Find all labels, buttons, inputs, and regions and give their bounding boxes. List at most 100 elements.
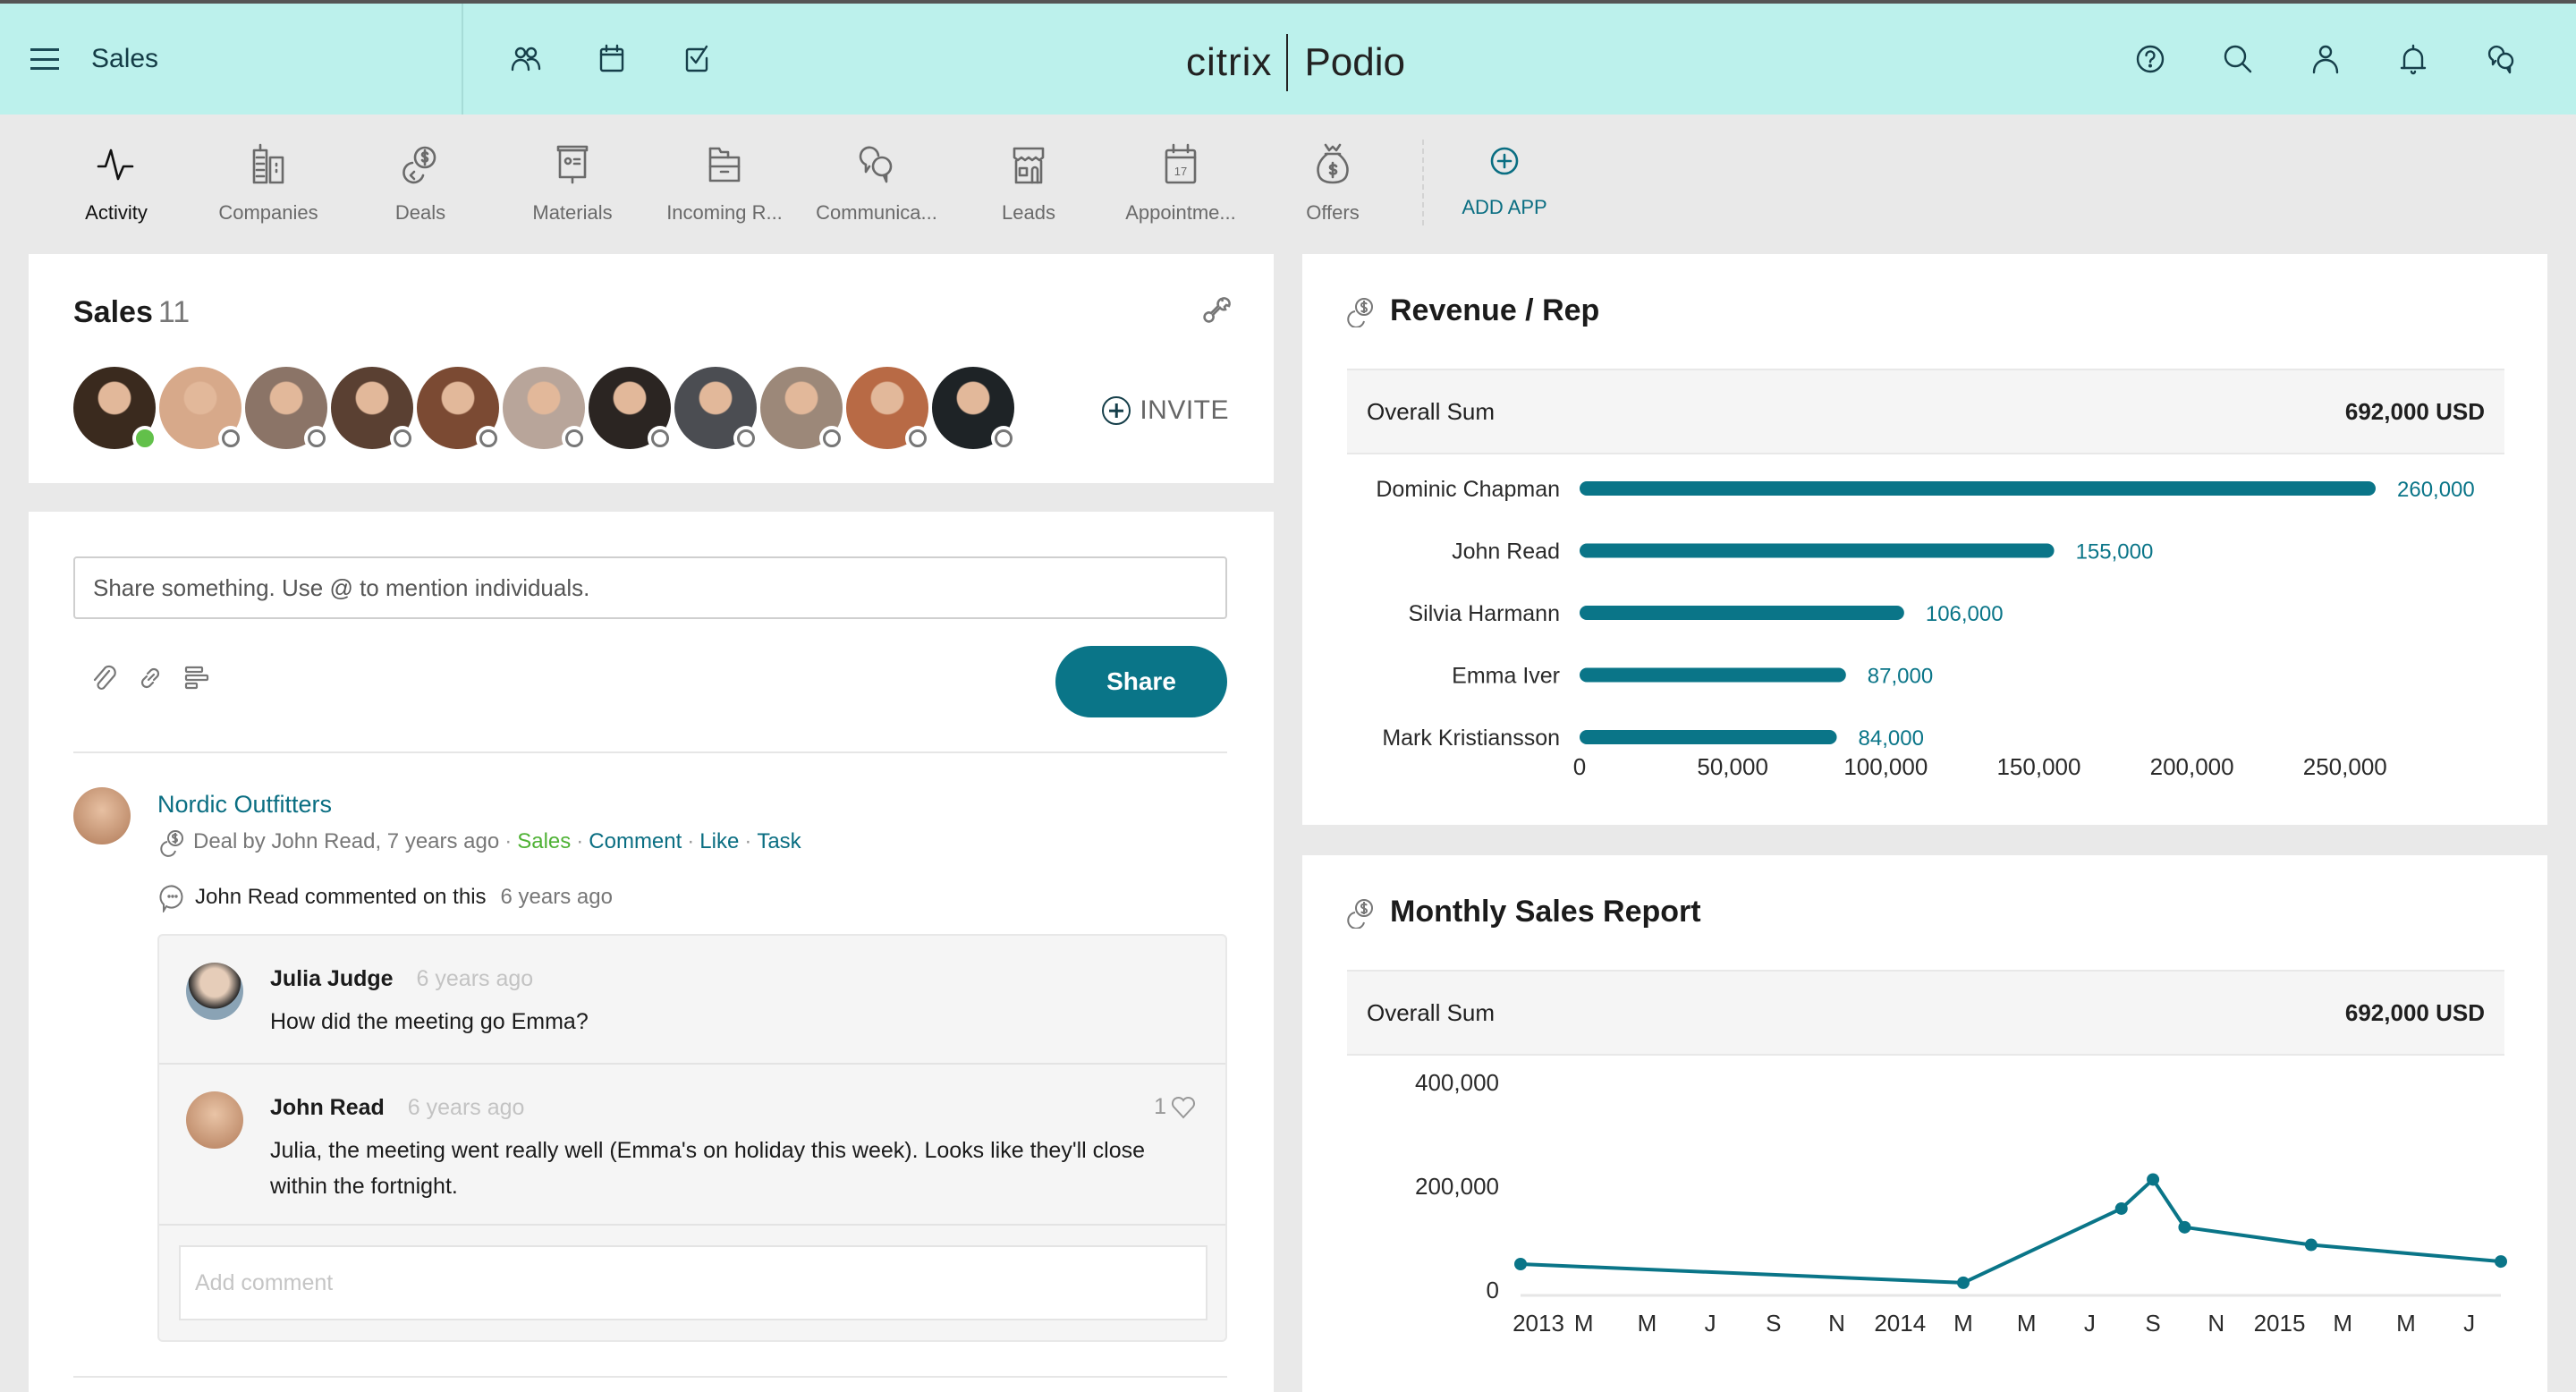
activity-feed-card: Share something. Use @ to mention indivi… bbox=[29, 512, 1274, 1392]
x-tick-label: 2013 bbox=[1513, 1310, 1564, 1337]
like-link[interactable]: Like bbox=[699, 829, 739, 854]
overall-sum-bar: Overall Sum 692,000 USD bbox=[1347, 970, 2504, 1056]
comment-avatar[interactable] bbox=[186, 1091, 243, 1149]
app-appointments[interactable]: 17 Appointme... bbox=[1105, 141, 1257, 225]
overall-sum-value: 692,000 USD bbox=[2344, 397, 2485, 425]
calendar-icon[interactable] bbox=[592, 39, 631, 79]
comment-avatar[interactable] bbox=[186, 963, 243, 1020]
x-tick-label: M bbox=[2396, 1310, 2416, 1337]
offline-status-icon bbox=[304, 426, 329, 451]
menu-icon[interactable] bbox=[30, 48, 59, 70]
comment-like-button[interactable]: 1 bbox=[1154, 1091, 1199, 1122]
data-point bbox=[2304, 1238, 2318, 1252]
feed-item-title[interactable]: Nordic Outfitters bbox=[157, 791, 332, 819]
task-link[interactable]: Task bbox=[757, 829, 801, 854]
scrollbar-track[interactable] bbox=[2547, 254, 2576, 1392]
x-tick-label: 2014 bbox=[1874, 1310, 1926, 1337]
add-comment-input[interactable]: Add comment bbox=[179, 1245, 1208, 1320]
share-button[interactable]: Share bbox=[1055, 646, 1227, 717]
bar-value-label: 87,000 bbox=[1868, 665, 1933, 689]
contacts-icon[interactable] bbox=[506, 39, 546, 79]
member-count: 11 bbox=[157, 295, 191, 329]
member-avatar[interactable] bbox=[245, 367, 329, 451]
bar bbox=[1580, 730, 1837, 744]
member-avatar[interactable] bbox=[331, 367, 415, 451]
question-icon[interactable] bbox=[181, 662, 213, 694]
comment-text: How did the meeting go Emma? bbox=[270, 1009, 589, 1034]
item-type: Deal bbox=[193, 829, 238, 853]
building-icon bbox=[252, 143, 284, 184]
chat-icon[interactable] bbox=[2481, 39, 2521, 79]
x-tick-label: M bbox=[1574, 1310, 1594, 1337]
comment: John Read 6 years ago 1 Julia, the meetin… bbox=[159, 1065, 1225, 1226]
member-avatar[interactable] bbox=[932, 367, 1016, 451]
offline-status-icon bbox=[390, 426, 415, 451]
app-companies[interactable]: Companies bbox=[192, 141, 344, 225]
feed-item-avatar[interactable] bbox=[73, 787, 131, 845]
x-tick-label: 50,000 bbox=[1697, 753, 1768, 780]
app-activity[interactable]: Activity bbox=[40, 141, 192, 225]
member-avatar[interactable] bbox=[159, 367, 243, 451]
app-deals[interactable]: Deals bbox=[344, 141, 496, 225]
app-leads[interactable]: Leads bbox=[953, 141, 1105, 225]
like-count: 1 bbox=[1154, 1093, 1166, 1119]
link-icon[interactable] bbox=[134, 662, 166, 694]
app-offers[interactable]: Offers bbox=[1257, 141, 1409, 225]
member-avatar[interactable] bbox=[846, 367, 930, 451]
item-author-time: by John Read, 7 years ago bbox=[242, 829, 500, 853]
workspace-tools bbox=[506, 39, 717, 79]
comment-author-name[interactable]: John Read bbox=[270, 1095, 385, 1120]
x-tick-label: J bbox=[2084, 1310, 2096, 1337]
card-title: Monthly Sales Report bbox=[1345, 895, 1701, 929]
heart-icon bbox=[1171, 1096, 1196, 1119]
bar-value-label: 155,000 bbox=[2076, 540, 2154, 564]
search-icon[interactable] bbox=[2218, 39, 2258, 79]
overall-sum-label: Overall Sum bbox=[1367, 998, 1496, 1026]
member-avatar[interactable] bbox=[760, 367, 844, 451]
comment-link[interactable]: Comment bbox=[589, 829, 682, 854]
y-tick-label: 200,000 bbox=[1415, 1173, 1499, 1200]
separator: · bbox=[504, 829, 513, 853]
item-workspace-link[interactable]: Sales bbox=[517, 829, 571, 854]
tasks-icon[interactable] bbox=[678, 39, 717, 79]
card-title: Revenue / Rep bbox=[1345, 293, 1599, 328]
notifications-icon[interactable] bbox=[2394, 39, 2433, 79]
commented-notice: John Read commented on this 6 years ago bbox=[157, 882, 613, 912]
comment-icon bbox=[159, 885, 183, 912]
separator: · bbox=[576, 829, 584, 853]
workspace-header: Sales bbox=[0, 4, 463, 115]
share-input[interactable]: Share something. Use @ to mention indivi… bbox=[73, 556, 1227, 619]
invite-button[interactable]: INVITE bbox=[1102, 395, 1229, 426]
offline-status-icon bbox=[905, 426, 930, 451]
comment-author: John Read 6 years ago bbox=[270, 1095, 524, 1121]
feed-divider bbox=[73, 1376, 1227, 1378]
profile-icon[interactable] bbox=[2306, 39, 2345, 79]
member-avatar[interactable] bbox=[589, 367, 673, 451]
wrench-icon[interactable] bbox=[1202, 293, 1234, 326]
data-point bbox=[1514, 1258, 1527, 1270]
comment-author-name[interactable]: Julia Judge bbox=[270, 966, 394, 991]
member-avatar[interactable] bbox=[503, 367, 587, 451]
commented-text: John Read commented on this bbox=[195, 885, 487, 909]
overall-sum-label: Overall Sum bbox=[1367, 397, 1496, 425]
member-avatar[interactable] bbox=[417, 367, 501, 451]
x-tick-label: J bbox=[1705, 1310, 1716, 1337]
app-communication[interactable]: Communica... bbox=[801, 141, 953, 225]
citrix-podio-logo[interactable]: citrix Podio bbox=[1186, 34, 1405, 91]
x-tick-label: M bbox=[2333, 1310, 2352, 1337]
x-tick-label: 150,000 bbox=[1996, 753, 2080, 780]
app-incoming-requests[interactable]: Incoming R... bbox=[648, 141, 801, 225]
logo-separator bbox=[1286, 34, 1289, 91]
data-point bbox=[2147, 1173, 2160, 1186]
add-app-button[interactable]: ADD APP bbox=[1428, 141, 1580, 219]
top-bar: Sales citrix Podio bbox=[0, 0, 2576, 115]
attachment-icon[interactable] bbox=[88, 662, 120, 694]
workspace-title[interactable]: Sales bbox=[91, 44, 158, 74]
app-materials[interactable]: Materials bbox=[496, 141, 648, 225]
help-icon[interactable] bbox=[2131, 39, 2170, 79]
storefront-icon bbox=[1013, 147, 1045, 184]
x-tick-label: 200,000 bbox=[2150, 753, 2234, 780]
member-avatar[interactable] bbox=[674, 367, 758, 451]
member-avatar[interactable] bbox=[73, 367, 157, 451]
app-label: Offers bbox=[1306, 201, 1360, 224]
